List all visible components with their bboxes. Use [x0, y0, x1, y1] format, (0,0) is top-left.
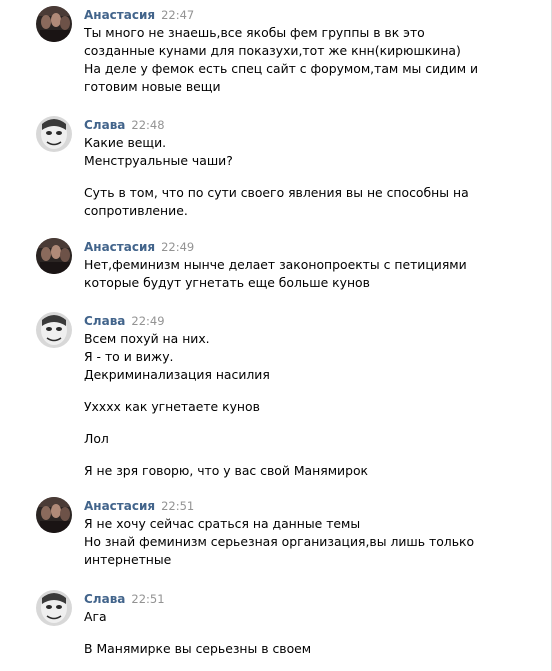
message-header: Анастасия 22:47 [84, 6, 194, 22]
message-text: Ты много не знаешь,все якобы фем группы … [84, 24, 478, 96]
timestamp[interactable]: 22:51 [131, 592, 164, 606]
message-line: которые будут угнетать еще больше кунов [84, 275, 370, 290]
message-text: Всем похуй на них. Я - то и вижу. Декрим… [84, 330, 368, 480]
message-line: Но знай феминизм серьезная организация,в… [84, 534, 475, 549]
message-line: Какие вещи. [84, 135, 167, 150]
message-line: Нет,феминизм нынче делает законопроекты … [84, 257, 467, 272]
message-text: Какие вещи. Менструальные чаши? Суть в т… [84, 134, 469, 220]
author-name[interactable]: Слава [84, 592, 125, 606]
timestamp[interactable]: 22:48 [131, 118, 164, 132]
message-line: Ты много не знаешь,все якобы фем группы … [84, 25, 425, 40]
message-line: На деле у фемок есть спец сайт с форумом… [84, 61, 479, 76]
slava-avatar[interactable] [36, 590, 72, 626]
anastasia-avatar[interactable] [36, 497, 72, 533]
message-line: созданные кунами для показухи,тот же кнн… [84, 43, 461, 58]
message-line: Я - то и вижу. [84, 349, 174, 364]
timestamp[interactable]: 22:49 [161, 240, 194, 254]
timestamp[interactable]: 22:47 [161, 8, 194, 22]
message-line: Всем похуй на них. [84, 331, 210, 346]
anastasia-avatar[interactable] [36, 6, 72, 42]
message-text: Ага В Манямирке вы серьезны в своем [84, 608, 311, 658]
message-line: Лол [84, 431, 109, 446]
timestamp[interactable]: 22:51 [161, 499, 194, 513]
message-line: В Манямирке вы серьезны в своем [84, 641, 312, 656]
author-name[interactable]: Анастасия [84, 499, 155, 513]
message-header: Слава 22:51 [84, 590, 165, 606]
message-line: сопротивление. [84, 203, 188, 218]
message-text: Нет,феминизм нынче делает законопроекты … [84, 256, 467, 292]
slava-avatar[interactable] [36, 116, 72, 152]
message-header: Слава 22:49 [84, 312, 165, 328]
message-header: Анастасия 22:49 [84, 238, 194, 254]
message-line: Ухххх как угнетаете кунов [84, 399, 260, 414]
message-line: готовим новые вещи [84, 79, 221, 94]
author-name[interactable]: Анастасия [84, 240, 155, 254]
slava-avatar[interactable] [36, 312, 72, 348]
message-line: Декриминализация насилия [84, 367, 270, 382]
message-line: интернетные [84, 552, 172, 567]
message-text: Я не хочу сейчас сраться на данные темы … [84, 515, 474, 569]
author-name[interactable]: Анастасия [84, 8, 155, 22]
author-name[interactable]: Слава [84, 118, 125, 132]
message-line: Я не хочу сейчас сраться на данные темы [84, 516, 361, 531]
message-line: Менструальные чаши? [84, 153, 233, 168]
message-line: Я не зря говорю, что у вас свой Манямиро… [84, 463, 369, 478]
message-header: Анастасия 22:51 [84, 497, 194, 513]
message-line: Суть в том, что по сути своего явления в… [84, 185, 469, 200]
timestamp[interactable]: 22:49 [131, 314, 164, 328]
anastasia-avatar[interactable] [36, 238, 72, 274]
message-line: Ага [84, 609, 107, 624]
message-header: Слава 22:48 [84, 116, 165, 132]
chat-history: Анастасия 22:47 Ты много не знаешь,все як… [0, 0, 552, 671]
author-name[interactable]: Слава [84, 314, 125, 328]
